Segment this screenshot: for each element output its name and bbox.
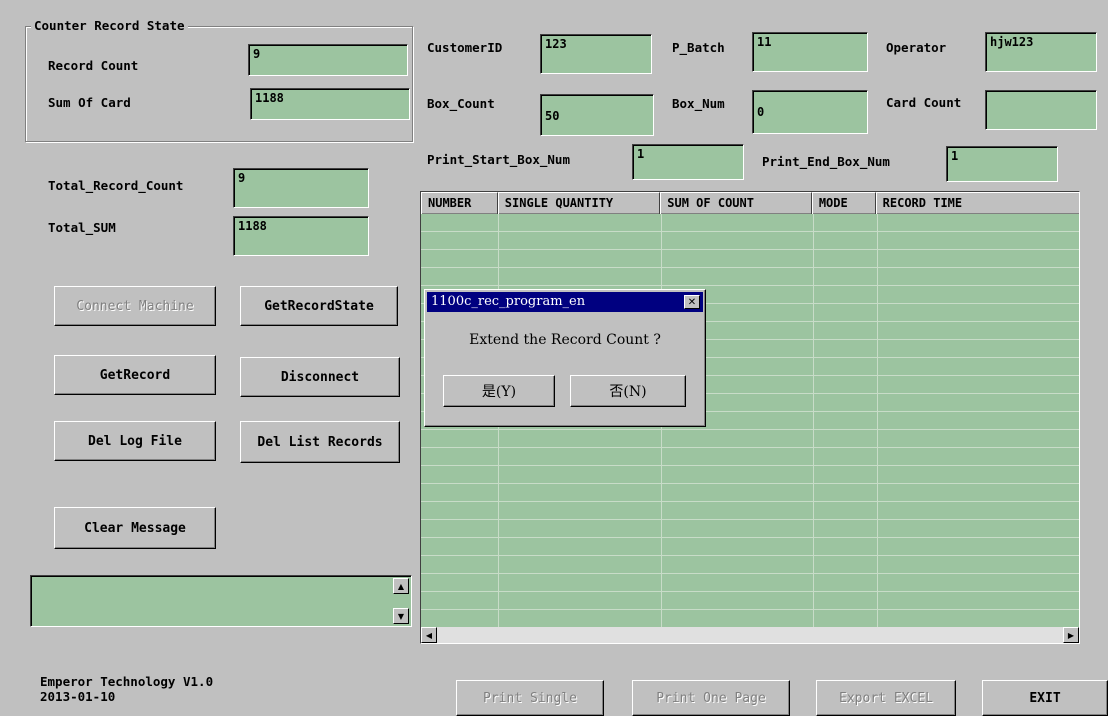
print-end-box-num-label: Print_End_Box_Num (762, 154, 890, 169)
scroll-up-icon[interactable]: ▲ (393, 578, 409, 594)
box-num-label: Box_Num (672, 96, 725, 111)
del-log-file-button[interactable]: Del Log File (54, 421, 216, 461)
box-count-field[interactable]: 50 (540, 94, 654, 136)
get-record-state-button[interactable]: GetRecordState (240, 286, 398, 326)
total-record-count-label: Total_Record_Count (48, 178, 184, 193)
print-one-page-button[interactable]: Print One Page (632, 680, 790, 716)
disconnect-button[interactable]: Disconnect (240, 357, 400, 397)
col-sum-of-count[interactable]: SUM OF COUNT (660, 192, 812, 214)
col-mode[interactable]: MODE (811, 192, 876, 214)
grid-horizontal-scrollbar[interactable]: ◀ ▶ (421, 627, 1079, 643)
message-box[interactable]: ▲ ▼ (30, 575, 412, 627)
sum-of-card-label: Sum Of Card (48, 95, 131, 110)
customer-id-field[interactable]: 123 (540, 34, 652, 74)
print-end-box-num-field[interactable]: 1 (946, 146, 1058, 182)
dialog-title: 1100c_rec_program_en (431, 294, 586, 309)
company-version: Emperor Technology V1.0 (40, 674, 214, 689)
print-start-box-num-label: Print_Start_Box_Num (427, 152, 570, 167)
p-batch-label: P_Batch (672, 40, 725, 55)
operator-field[interactable]: hjw123 (985, 32, 1097, 72)
scroll-right-icon[interactable]: ▶ (1063, 627, 1079, 643)
record-count-field[interactable]: 9 (248, 44, 408, 76)
box-count-label: Box_Count (427, 96, 495, 111)
col-record-time[interactable]: RECORD TIME (875, 192, 1079, 214)
box-num-field[interactable]: 0 (752, 90, 868, 134)
p-batch-field[interactable]: 11 (752, 32, 868, 72)
dialog-message: Extend the Record Count ? (469, 332, 661, 348)
col-number[interactable]: NUMBER (421, 192, 498, 214)
operator-label: Operator (886, 40, 947, 55)
customer-id-label: CustomerID (427, 40, 503, 55)
yes-button[interactable]: 是(Y) (443, 375, 555, 407)
del-list-records-button[interactable]: Del List Records (240, 421, 400, 463)
clear-message-button[interactable]: Clear Message (54, 507, 216, 549)
no-button[interactable]: 否(N) (570, 375, 686, 407)
get-record-button[interactable]: GetRecord (54, 355, 216, 395)
exit-button[interactable]: EXIT (982, 680, 1108, 716)
record-state-title: Counter Record State (31, 18, 188, 33)
close-icon[interactable]: ✕ (684, 295, 700, 309)
col-single-quantity[interactable]: SINGLE QUANTITY (497, 192, 661, 214)
sum-of-card-field[interactable]: 1188 (250, 88, 410, 120)
export-excel-button[interactable]: Export EXCEL (816, 680, 956, 716)
total-sum-label: Total_SUM (48, 220, 116, 235)
print-start-box-num-field[interactable]: 1 (632, 144, 744, 180)
total-record-count-field[interactable]: 9 (233, 168, 369, 208)
total-sum-field[interactable]: 1188 (233, 216, 369, 256)
card-count-field[interactable] (985, 90, 1097, 130)
connect-machine-button[interactable]: Connect Machine (54, 286, 216, 326)
grid-header: NUMBER SINGLE QUANTITY SUM OF COUNT MODE… (421, 192, 1079, 214)
dialog-title-bar: 1100c_rec_program_en ✕ (427, 292, 703, 312)
scroll-down-icon[interactable]: ▼ (393, 608, 409, 624)
record-count-label: Record Count (48, 58, 139, 73)
print-single-button[interactable]: Print Single (456, 680, 604, 716)
card-count-label: Card Count (886, 95, 962, 110)
scroll-left-icon[interactable]: ◀ (421, 627, 437, 643)
confirm-dialog: 1100c_rec_program_en ✕ Extend the Record… (424, 289, 706, 427)
